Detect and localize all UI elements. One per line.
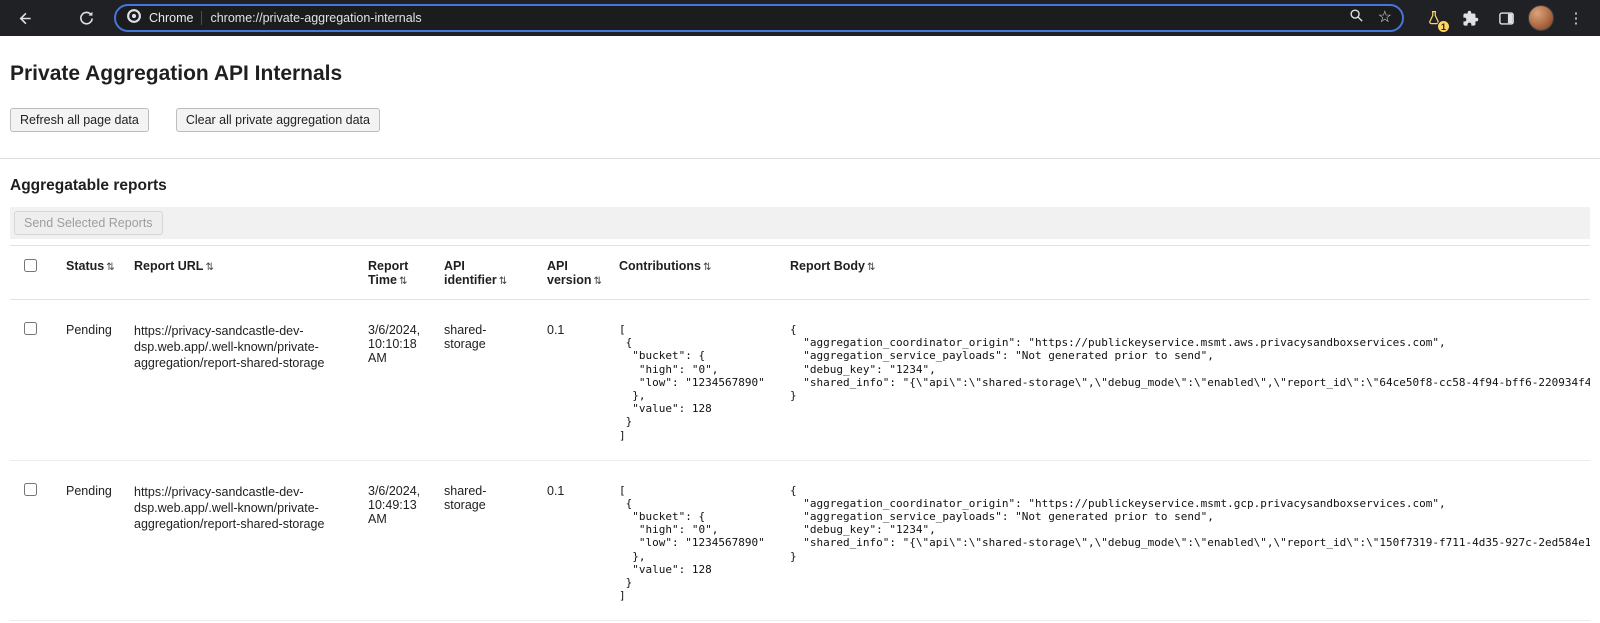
reload-icon [78,10,95,27]
table-row: Pending https://privacy-sandcastle-dev-d… [10,300,1590,461]
reports-table: Status⇅ Report URL⇅ Report Time⇅ API ide… [10,245,1590,621]
cell-status: Pending [56,460,124,621]
sort-icon: ⇅ [703,262,711,273]
experiments-flask-button[interactable]: 1 [1420,4,1448,32]
header-report-url[interactable]: Report URL⇅ [124,246,358,300]
back-arrow-icon [16,10,33,27]
sort-icon: ⇅ [867,262,875,273]
kebab-menu-icon: ⋮ [1569,9,1584,27]
chrome-logo-icon [126,8,142,29]
header-api-identifier[interactable]: API identifier⇅ [434,246,537,300]
chrome-chip: Chrome [126,8,193,29]
browser-menu-button[interactable]: ⋮ [1562,4,1590,32]
row-checkbox[interactable] [24,483,37,496]
cell-api-version: 0.1 [537,300,609,461]
sort-icon: ⇅ [593,276,601,287]
cell-contributions: [ { "bucket": { "high": "0", "low": "123… [609,300,780,461]
address-bar[interactable]: Chrome chrome://private-aggregation-inte… [114,4,1404,32]
send-selected-reports-button[interactable]: Send Selected Reports [14,211,163,235]
header-api-identifier-label: API identifier [444,259,497,287]
section-heading: Aggregatable reports [10,177,1590,195]
header-report-url-label: Report URL [134,259,203,273]
omnibox-divider [201,11,202,25]
search-icon[interactable] [1349,8,1364,28]
cell-report-url: https://privacy-sandcastle-dev-dsp.web.a… [124,460,358,621]
contributions-json: [ { "bucket": { "high": "0", "low": "123… [619,323,770,442]
header-status[interactable]: Status⇅ [56,246,124,300]
header-report-time[interactable]: Report Time⇅ [358,246,434,300]
cell-report-url: https://privacy-sandcastle-dev-dsp.web.a… [124,300,358,461]
page-title: Private Aggregation API Internals [10,62,1590,86]
divider [0,158,1600,159]
cell-api-identifier: shared-storage [434,300,537,461]
page-actions: Refresh all page data Clear all private … [10,108,1590,132]
cell-contributions: [ { "bucket": { "high": "0", "low": "123… [609,460,780,621]
url-text: chrome://private-aggregation-internals [210,11,1340,25]
row-checkbox[interactable] [24,322,37,335]
back-button[interactable] [10,4,38,32]
table-header-row: Status⇅ Report URL⇅ Report Time⇅ API ide… [10,246,1590,300]
table-row: Pending https://privacy-sandcastle-dev-d… [10,460,1590,621]
header-contributions[interactable]: Contributions⇅ [609,246,780,300]
cell-report-body: { "aggregation_coordinator_origin": "htt… [780,300,1590,461]
report-body-json: { "aggregation_coordinator_origin": "htt… [790,323,1580,402]
contributions-json: [ { "bucket": { "high": "0", "low": "123… [619,484,770,603]
cell-report-time: 3/6/2024, 10:10:18 AM [358,300,434,461]
refresh-all-button[interactable]: Refresh all page data [10,108,149,132]
sort-icon: ⇅ [499,276,507,287]
profile-avatar[interactable] [1528,5,1554,31]
selection-toolbar: Send Selected Reports [10,207,1590,239]
chrome-chip-label: Chrome [149,11,193,25]
cell-report-body: { "aggregation_coordinator_origin": "htt… [780,460,1590,621]
report-body-json: { "aggregation_coordinator_origin": "htt… [790,484,1580,563]
clear-all-button[interactable]: Clear all private aggregation data [176,108,380,132]
header-report-body-label: Report Body [790,259,865,273]
header-api-version[interactable]: API version⇅ [537,246,609,300]
sort-icon: ⇅ [205,262,213,273]
cell-status: Pending [56,300,124,461]
side-panel-button[interactable] [1492,4,1520,32]
browser-toolbar: Chrome chrome://private-aggregation-inte… [0,0,1600,36]
reload-button[interactable] [72,4,100,32]
toolbar-badge: 1 [1437,20,1450,33]
sort-icon: ⇅ [399,276,407,287]
cell-report-time: 3/6/2024, 10:49:13 AM [358,460,434,621]
select-all-checkbox[interactable] [24,259,37,272]
bookmark-star-icon[interactable]: ☆ [1378,10,1392,26]
select-all-cell [10,246,56,300]
header-contributions-label: Contributions [619,259,701,273]
puzzle-icon [1462,10,1479,27]
page-content: Private Aggregation API Internals Refres… [0,62,1600,621]
side-panel-icon [1498,10,1515,27]
extensions-button[interactable] [1456,4,1484,32]
cell-api-version: 0.1 [537,460,609,621]
sort-icon: ⇅ [106,262,114,273]
header-report-body[interactable]: Report Body⇅ [780,246,1590,300]
cell-api-identifier: shared-storage [434,460,537,621]
header-api-version-label: API version [547,259,591,287]
header-status-label: Status [66,259,104,273]
